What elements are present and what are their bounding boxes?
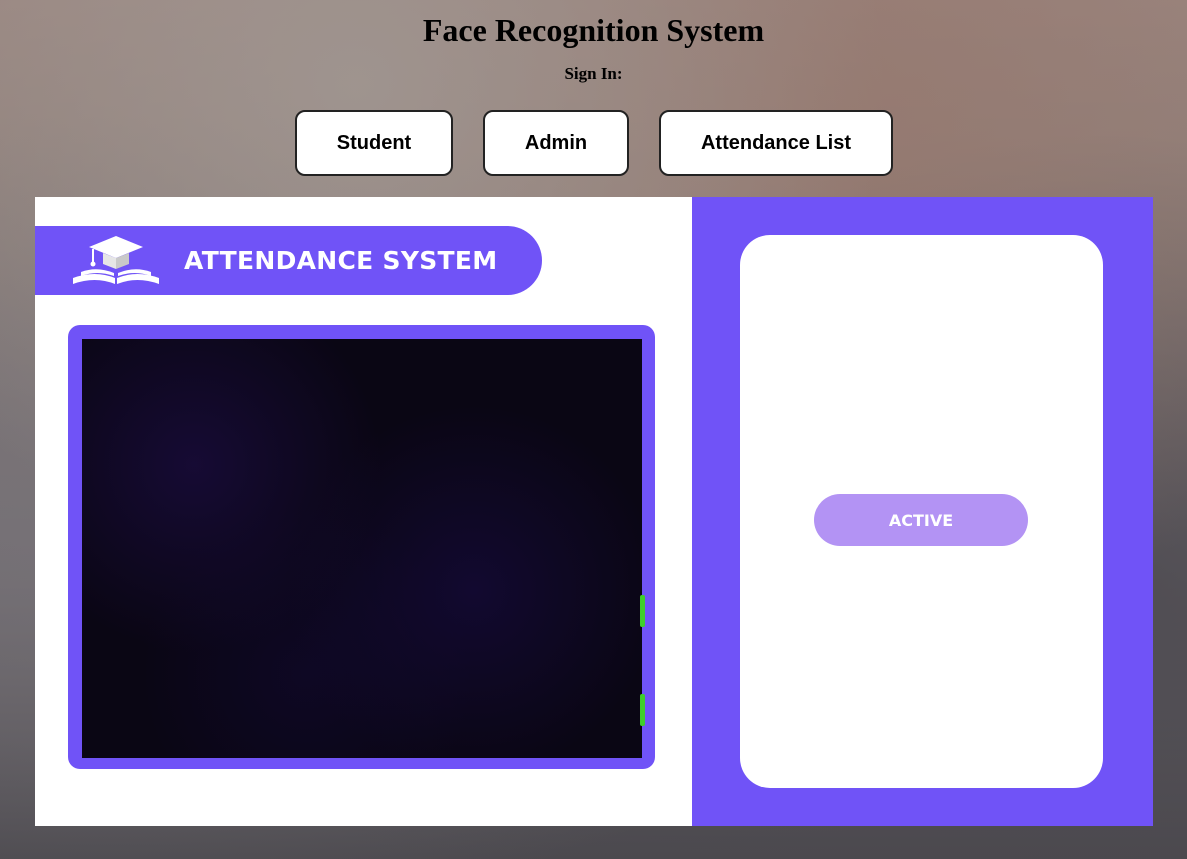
student-button[interactable]: Student [295, 110, 453, 176]
status-section: ACTIVE [692, 197, 1153, 826]
camera-feed [82, 339, 642, 758]
status-card: ACTIVE [740, 235, 1103, 788]
indicator-bar [640, 595, 645, 627]
camera-frame [68, 325, 655, 769]
camera-section: ATTENDANCE SYSTEM [35, 197, 692, 826]
admin-button[interactable]: Admin [483, 110, 629, 176]
brand-title: ATTENDANCE SYSTEM [184, 246, 498, 275]
sign-in-label: Sign In: [564, 64, 623, 83]
attendance-list-button[interactable]: Attendance List [659, 110, 893, 176]
page-title: Face Recognition System [422, 12, 765, 48]
attendance-app-panel: ATTENDANCE SYSTEM ACTIVE [35, 197, 1153, 826]
graduation-cap-book-icon [73, 236, 159, 284]
active-status-button[interactable]: ACTIVE [814, 494, 1028, 546]
indicator-bar [640, 694, 645, 726]
brand-banner: ATTENDANCE SYSTEM [35, 226, 542, 295]
